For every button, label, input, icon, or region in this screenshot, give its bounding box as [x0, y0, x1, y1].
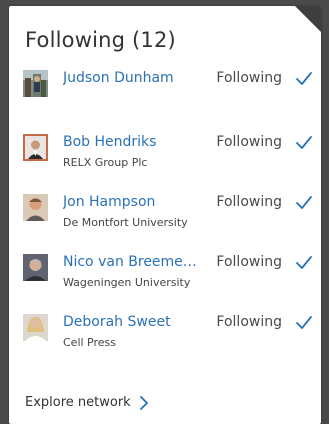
avatar-image: [23, 314, 48, 341]
avatar-image: [23, 70, 48, 97]
person-name-link[interactable]: Bob Hendriks: [63, 134, 156, 150]
person-organization: Wageningen University: [63, 276, 191, 289]
panel-title: Following (12): [25, 28, 176, 52]
list-item: Deborah Sweet Cell Press Following: [23, 314, 313, 374]
list-item: Jon Hampson De Montfort University Follo…: [23, 194, 313, 254]
explore-network-label: Explore network: [25, 395, 131, 410]
person-name-link[interactable]: Deborah Sweet: [63, 314, 171, 330]
avatar[interactable]: [23, 314, 48, 341]
person-name-link[interactable]: Nico van Breemen...: [63, 254, 203, 270]
person-organization: RELX Group Plc: [63, 156, 148, 169]
following-panel: Following (12) Judson Dunham Following B…: [9, 6, 321, 424]
person-organization: De Montfort University: [63, 216, 188, 229]
following-status[interactable]: Following: [216, 314, 282, 330]
checkmark-icon: [296, 256, 312, 269]
list-item: Bob Hendriks RELX Group Plc Following: [23, 134, 313, 194]
page-background: Following (12) Judson Dunham Following B…: [0, 0, 329, 424]
list-item: Nico van Breemen... Wageningen Universit…: [23, 254, 313, 314]
following-status[interactable]: Following: [216, 194, 282, 210]
following-status[interactable]: Following: [216, 134, 282, 150]
checkmark-icon: [296, 196, 312, 209]
avatar-image: [23, 194, 48, 221]
avatar-image: [25, 136, 46, 159]
avatar-image: [23, 254, 48, 281]
following-list: Judson Dunham Following Bob Hendriks REL…: [23, 70, 313, 374]
explore-network-link[interactable]: Explore network: [25, 395, 149, 410]
checkmark-icon: [296, 72, 312, 85]
avatar[interactable]: [23, 254, 48, 281]
person-name-link[interactable]: Judson Dunham: [63, 70, 174, 86]
chevron-right-icon: [139, 395, 148, 410]
following-status[interactable]: Following: [216, 254, 282, 270]
avatar[interactable]: [23, 134, 48, 161]
checkmark-icon: [296, 136, 312, 149]
list-item: Judson Dunham Following: [23, 70, 313, 134]
following-status[interactable]: Following: [216, 70, 282, 86]
avatar[interactable]: [23, 194, 48, 221]
person-organization: Cell Press: [63, 336, 117, 349]
person-name-link[interactable]: Jon Hampson: [63, 194, 155, 210]
panel-corner: [295, 6, 321, 32]
checkmark-icon: [296, 316, 312, 329]
avatar[interactable]: [23, 70, 48, 97]
